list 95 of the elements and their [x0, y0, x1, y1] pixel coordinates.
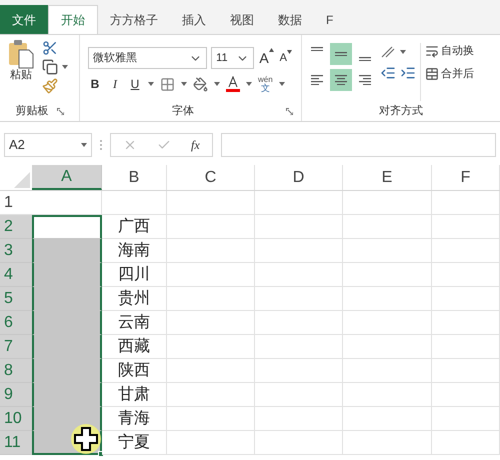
wrap-text-button[interactable]: 自动换 — [425, 43, 474, 60]
cell[interactable]: 宁夏 — [102, 431, 167, 455]
font-color-icon[interactable] — [226, 76, 240, 92]
cell-text: 陕西 — [118, 360, 150, 380]
column-header[interactable]: C — [167, 165, 255, 190]
alignment-icon — [357, 56, 373, 61]
merge-center-button[interactable]: 合并后 — [425, 66, 474, 82]
cut-icon[interactable] — [42, 40, 58, 56]
dropdown-caret-icon[interactable] — [62, 65, 68, 69]
insert-function-button[interactable]: fx — [191, 136, 200, 154]
row-header[interactable]: 11 — [0, 431, 32, 455]
cell-text: 四川 — [118, 264, 150, 284]
row-header[interactable]: 2 — [0, 215, 32, 239]
cell-text: 宁夏 — [118, 432, 150, 452]
merge-cells-icon — [425, 66, 439, 81]
ribbon-tab[interactable]: 数据 — [266, 5, 314, 34]
dialog-launcher-icon[interactable] — [286, 108, 293, 114]
align-button[interactable] — [330, 43, 352, 65]
column-header[interactable]: B — [102, 165, 167, 190]
dropdown-caret-icon[interactable] — [81, 143, 87, 147]
ribbon-tab[interactable]: 插入 — [170, 5, 218, 34]
cell-text: 贵州 — [118, 288, 150, 308]
align-button[interactable] — [330, 69, 352, 91]
row-header[interactable]: 5 — [0, 287, 32, 311]
dialog-launcher-icon[interactable] — [56, 108, 64, 114]
font-size-field[interactable]: 11 — [211, 47, 254, 69]
dropdown-caret-icon[interactable] — [148, 82, 154, 86]
row-header[interactable]: 9 — [0, 383, 32, 407]
row-header[interactable]: 4 — [0, 263, 32, 287]
alignment-icon — [357, 74, 373, 86]
file-tab[interactable]: 文件 — [0, 5, 48, 34]
cell[interactable] — [32, 215, 102, 239]
cell-text: 西藏 — [118, 336, 150, 356]
increase-indent-icon[interactable] — [400, 65, 416, 81]
column-header[interactable]: D — [255, 165, 343, 190]
row-header[interactable]: 8 — [0, 359, 32, 383]
cell-text: 甘肃 — [118, 384, 150, 404]
orientation-icon[interactable] — [380, 45, 396, 59]
cell[interactable]: 甘肃 — [102, 383, 167, 407]
cancel-icon[interactable] — [123, 138, 137, 152]
cell-text: 云南 — [118, 312, 150, 332]
alignment-icon — [333, 74, 349, 86]
down-triangle-icon — [287, 50, 292, 54]
dropdown-caret-icon[interactable] — [400, 50, 406, 54]
cell-text: 青海 — [118, 408, 150, 428]
cell[interactable]: 陕西 — [102, 359, 167, 383]
decrease-font-button[interactable]: A — [278, 50, 293, 66]
group-label: 对齐方式 — [379, 104, 423, 119]
cell[interactable]: 云南 — [102, 311, 167, 335]
cell[interactable] — [32, 239, 102, 263]
cell-text: 海南 — [118, 240, 150, 260]
row-header[interactable]: 7 — [0, 335, 32, 359]
cell[interactable]: 四川 — [102, 263, 167, 287]
cell[interactable]: 西藏 — [102, 335, 167, 359]
column-header[interactable]: A — [32, 165, 102, 190]
cell[interactable]: 青海 — [102, 407, 167, 431]
dropdown-caret-icon[interactable] — [278, 82, 285, 86]
name-box[interactable]: A2 — [4, 133, 92, 157]
group-label: 字体 — [171, 104, 195, 119]
dropdown-caret-icon[interactable] — [181, 82, 187, 86]
row-header[interactable]: 6 — [0, 311, 32, 335]
dropdown-caret-icon[interactable] — [246, 82, 252, 86]
ribbon-tab[interactable]: 开始 — [48, 5, 98, 34]
up-triangle-icon — [268, 48, 274, 52]
alignment-icon — [333, 52, 349, 56]
cell[interactable]: 海南 — [102, 239, 167, 263]
select-all-triangle-icon[interactable] — [14, 172, 30, 188]
paste-button[interactable]: 粘贴 — [4, 39, 38, 101]
alignment-icon — [309, 74, 325, 86]
cell[interactable]: 广西 — [102, 215, 167, 239]
column-header[interactable]: F — [432, 165, 500, 190]
fill-color-icon[interactable] — [193, 76, 208, 92]
cell[interactable]: 贵州 — [102, 287, 167, 311]
row-header[interactable]: 10 — [0, 407, 32, 431]
ribbon-tab[interactable]: F — [314, 5, 346, 34]
ribbon-tab[interactable]: 视图 — [218, 5, 266, 34]
formula-input-field[interactable] — [220, 133, 496, 157]
alignment-icon — [309, 47, 325, 52]
font-name-field[interactable]: 微软雅黑 — [88, 47, 208, 69]
wrap-text-icon — [425, 44, 439, 58]
clipboard-icon — [7, 39, 35, 69]
copy-icon[interactable] — [42, 59, 58, 75]
cell-text: 广西 — [118, 216, 150, 236]
italic-button[interactable]: I — [108, 75, 122, 93]
phonetic-button[interactable]: wén 文 — [258, 76, 273, 92]
borders-icon[interactable] — [160, 76, 175, 92]
group-label: 剪贴板 — [16, 104, 48, 119]
ribbon-tab[interactable]: 方方格子 — [98, 5, 170, 34]
column-header[interactable]: E — [343, 165, 432, 190]
row-header[interactable]: 3 — [0, 239, 32, 263]
underline-button[interactable]: U — [128, 75, 142, 93]
increase-font-button[interactable]: A — [258, 48, 275, 68]
bold-button[interactable]: B — [88, 75, 102, 93]
dropdown-caret-icon[interactable] — [214, 82, 220, 86]
decrease-indent-icon[interactable] — [380, 65, 396, 81]
